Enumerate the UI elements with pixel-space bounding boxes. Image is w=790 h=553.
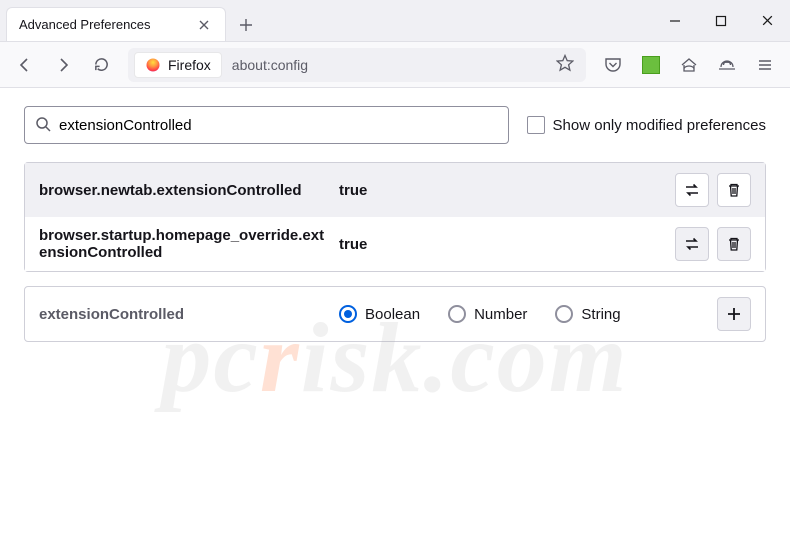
add-button[interactable] xyxy=(717,297,751,331)
forward-button[interactable] xyxy=(46,48,80,82)
content-area: Show only modified preferences browser.n… xyxy=(0,88,790,360)
pocket-button[interactable] xyxy=(596,48,630,82)
protection-button[interactable] xyxy=(710,48,744,82)
radio-label: Number xyxy=(474,306,527,323)
toggle-button[interactable] xyxy=(675,173,709,207)
search-icon xyxy=(35,116,51,135)
extension-button[interactable] xyxy=(634,48,668,82)
tab-label: Advanced Preferences xyxy=(19,17,195,32)
tabs-row: Advanced Preferences xyxy=(6,0,652,41)
radio-icon xyxy=(448,305,466,323)
new-pref-row: extensionControlled Boolean Number Strin… xyxy=(24,286,766,342)
bookmark-star-icon[interactable] xyxy=(550,54,580,75)
minimize-button[interactable] xyxy=(652,0,698,41)
firefox-logo-icon xyxy=(145,57,161,73)
window-controls xyxy=(652,0,790,41)
back-button[interactable] xyxy=(8,48,42,82)
radio-icon xyxy=(555,305,573,323)
pref-name: browser.startup.homepage_override.extens… xyxy=(39,227,339,261)
show-modified-checkbox-row[interactable]: Show only modified preferences xyxy=(527,116,766,134)
close-tab-button[interactable] xyxy=(195,16,213,34)
type-radio-group: Boolean Number String xyxy=(339,305,717,323)
reload-button[interactable] xyxy=(84,48,118,82)
radio-label: Boolean xyxy=(365,306,420,323)
show-modified-checkbox[interactable] xyxy=(527,116,545,134)
search-box[interactable] xyxy=(24,106,509,144)
search-row: Show only modified preferences xyxy=(24,106,766,144)
radio-icon xyxy=(339,305,357,323)
radio-label: String xyxy=(581,306,620,323)
radio-number[interactable]: Number xyxy=(448,305,527,323)
radio-boolean[interactable]: Boolean xyxy=(339,305,420,323)
delete-button[interactable] xyxy=(717,173,751,207)
pref-row: browser.startup.homepage_override.extens… xyxy=(25,217,765,271)
urlbar[interactable]: Firefox xyxy=(128,48,586,82)
new-tab-button[interactable] xyxy=(230,9,262,41)
toolbar: Firefox xyxy=(0,42,790,88)
url-input[interactable] xyxy=(222,48,550,82)
identity-label: Firefox xyxy=(168,57,211,73)
pref-value: true xyxy=(339,182,675,199)
toggle-button[interactable] xyxy=(675,227,709,261)
app-menu-button[interactable] xyxy=(748,48,782,82)
pref-row: browser.newtab.extensionControlled true xyxy=(25,163,765,217)
extension-icon xyxy=(642,56,660,74)
pref-actions xyxy=(675,173,751,207)
radio-string[interactable]: String xyxy=(555,305,620,323)
show-modified-label: Show only modified preferences xyxy=(553,117,766,134)
maximize-button[interactable] xyxy=(698,0,744,41)
delete-button[interactable] xyxy=(717,227,751,261)
new-pref-name: extensionControlled xyxy=(39,306,339,323)
tab-advanced-preferences[interactable]: Advanced Preferences xyxy=(6,7,226,41)
close-window-button[interactable] xyxy=(744,0,790,41)
pref-actions xyxy=(675,227,751,261)
prefs-table: browser.newtab.extensionControlled true … xyxy=(24,162,766,272)
urlbar-identity-box[interactable]: Firefox xyxy=(134,52,222,78)
titlebar: Advanced Preferences xyxy=(0,0,790,42)
search-input[interactable] xyxy=(59,117,498,134)
account-button[interactable] xyxy=(672,48,706,82)
pref-value: true xyxy=(339,236,675,253)
pref-name: browser.newtab.extensionControlled xyxy=(39,182,339,199)
